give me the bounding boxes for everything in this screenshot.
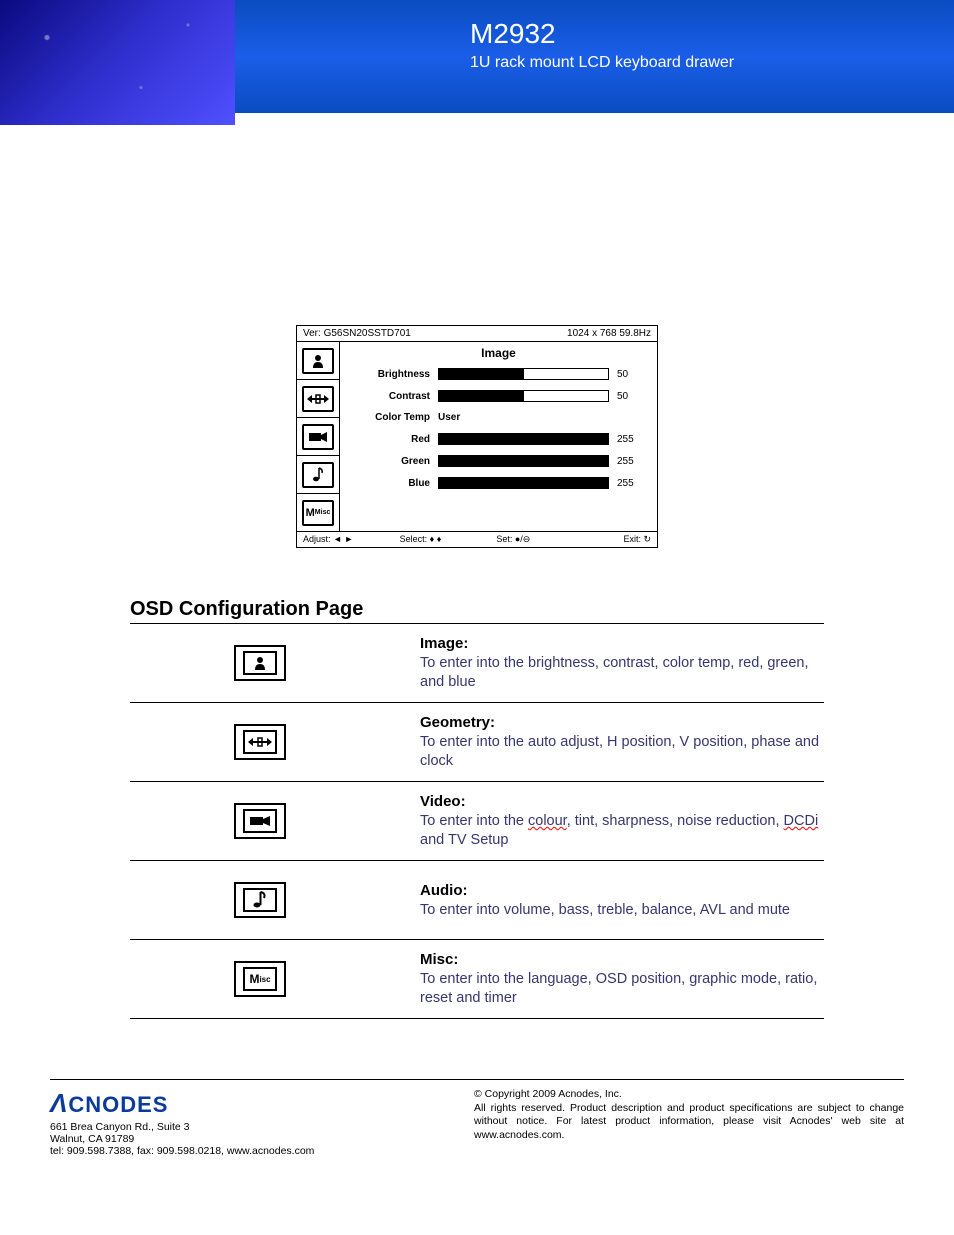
osd-footer: Adjust: ◄ ► Select: ♦ ♦ Set: ●/⊖ Exit: ↻ bbox=[297, 531, 657, 547]
camera-icon bbox=[302, 424, 334, 450]
blue-slider bbox=[438, 477, 609, 489]
brightness-slider bbox=[438, 368, 609, 380]
arrows-icon bbox=[234, 724, 286, 760]
osd-hint-select: Select: ♦ ♦ bbox=[400, 534, 497, 545]
misc-icon: Misc bbox=[234, 961, 286, 997]
red-slider bbox=[438, 433, 609, 445]
config-heading: Image: bbox=[420, 635, 468, 652]
config-row-misc: Misc Misc: To enter into the language, O… bbox=[130, 940, 824, 1019]
company-logo: ΛCNODES bbox=[50, 1088, 314, 1119]
person-icon bbox=[302, 348, 334, 374]
green-slider bbox=[438, 455, 609, 467]
camera-icon bbox=[234, 803, 286, 839]
blue-value: 255 bbox=[617, 478, 647, 489]
config-row-image: Image: To enter into the brightness, con… bbox=[130, 624, 824, 703]
footer-legal: All rights reserved. Product description… bbox=[474, 1102, 904, 1143]
note-icon bbox=[234, 882, 286, 918]
contrast-slider bbox=[438, 390, 609, 402]
osd-resolution: 1024 x 768 59.8Hz bbox=[567, 328, 651, 339]
colortemp-label: Color Temp bbox=[350, 412, 438, 423]
footer-copyright: © Copyright 2009 Acnodes, Inc. bbox=[474, 1088, 904, 1102]
config-row-video: Video: To enter into the colour, tint, s… bbox=[130, 782, 824, 861]
osd-hint-adjust: Adjust: ◄ ► bbox=[303, 534, 400, 545]
header-image bbox=[0, 0, 235, 125]
config-section: OSD Configuration Page Image: To enter i… bbox=[130, 598, 824, 1019]
blue-label: Blue bbox=[350, 478, 438, 489]
contrast-label: Contrast bbox=[350, 391, 438, 402]
osd-tab-audio bbox=[297, 456, 340, 494]
config-heading: Misc: bbox=[420, 951, 458, 968]
osd-version: Ver: G56SN20SSTD701 bbox=[303, 328, 411, 339]
config-heading: Video: bbox=[420, 793, 466, 810]
red-label: Red bbox=[350, 434, 438, 445]
config-desc: To enter into volume, bass, treble, bala… bbox=[420, 902, 790, 918]
osd-section-title: Image bbox=[350, 346, 647, 360]
note-icon bbox=[302, 462, 334, 488]
arrows-icon bbox=[302, 386, 334, 412]
config-desc: To enter into the colour, tint, sharpnes… bbox=[420, 813, 818, 848]
osd-tab-geometry bbox=[297, 380, 340, 418]
brightness-value: 50 bbox=[617, 369, 647, 380]
colortemp-value: User bbox=[438, 412, 460, 423]
green-label: Green bbox=[350, 456, 438, 467]
brightness-label: Brightness bbox=[350, 369, 438, 380]
config-desc: To enter into the brightness, contrast, … bbox=[420, 655, 808, 690]
osd-hint-exit: Exit: ↻ bbox=[593, 534, 651, 545]
config-heading: Audio: bbox=[420, 882, 467, 899]
footer-address-1: 661 Brea Canyon Rd., Suite 3 bbox=[50, 1121, 314, 1133]
config-heading: Geometry: bbox=[420, 714, 495, 731]
misc-icon: MMisc bbox=[302, 500, 334, 526]
osd-tab-image bbox=[297, 342, 340, 380]
green-value: 255 bbox=[617, 456, 647, 467]
osd-tab-misc: MMisc bbox=[297, 494, 340, 531]
product-subtitle: 1U rack mount LCD keyboard drawer bbox=[470, 54, 954, 72]
osd-tab-video bbox=[297, 418, 340, 456]
contrast-value: 50 bbox=[617, 391, 647, 402]
config-desc: To enter into the auto adjust, H positio… bbox=[420, 734, 819, 769]
osd-screenshot: Ver: G56SN20SSTD701 1024 x 768 59.8Hz bbox=[296, 325, 658, 548]
config-desc: To enter into the language, OSD position… bbox=[420, 971, 817, 1006]
product-model: M2932 bbox=[470, 18, 954, 50]
page-header: M2932 1U rack mount LCD keyboard drawer bbox=[0, 0, 954, 125]
person-icon bbox=[234, 645, 286, 681]
footer-address-2: Walnut, CA 91789 bbox=[50, 1133, 314, 1145]
config-title: OSD Configuration Page bbox=[130, 598, 824, 624]
osd-hint-set: Set: ●/⊖ bbox=[496, 534, 593, 545]
config-row-audio: Audio: To enter into volume, bass, trebl… bbox=[130, 861, 824, 940]
red-value: 255 bbox=[617, 434, 647, 445]
page-footer: ΛCNODES 661 Brea Canyon Rd., Suite 3 Wal… bbox=[50, 1079, 904, 1157]
footer-contact: tel: 909.598.7388, fax: 909.598.0218, ww… bbox=[50, 1145, 314, 1157]
header-title-bar: M2932 1U rack mount LCD keyboard drawer bbox=[235, 0, 954, 113]
config-row-geometry: Geometry: To enter into the auto adjust,… bbox=[130, 703, 824, 782]
